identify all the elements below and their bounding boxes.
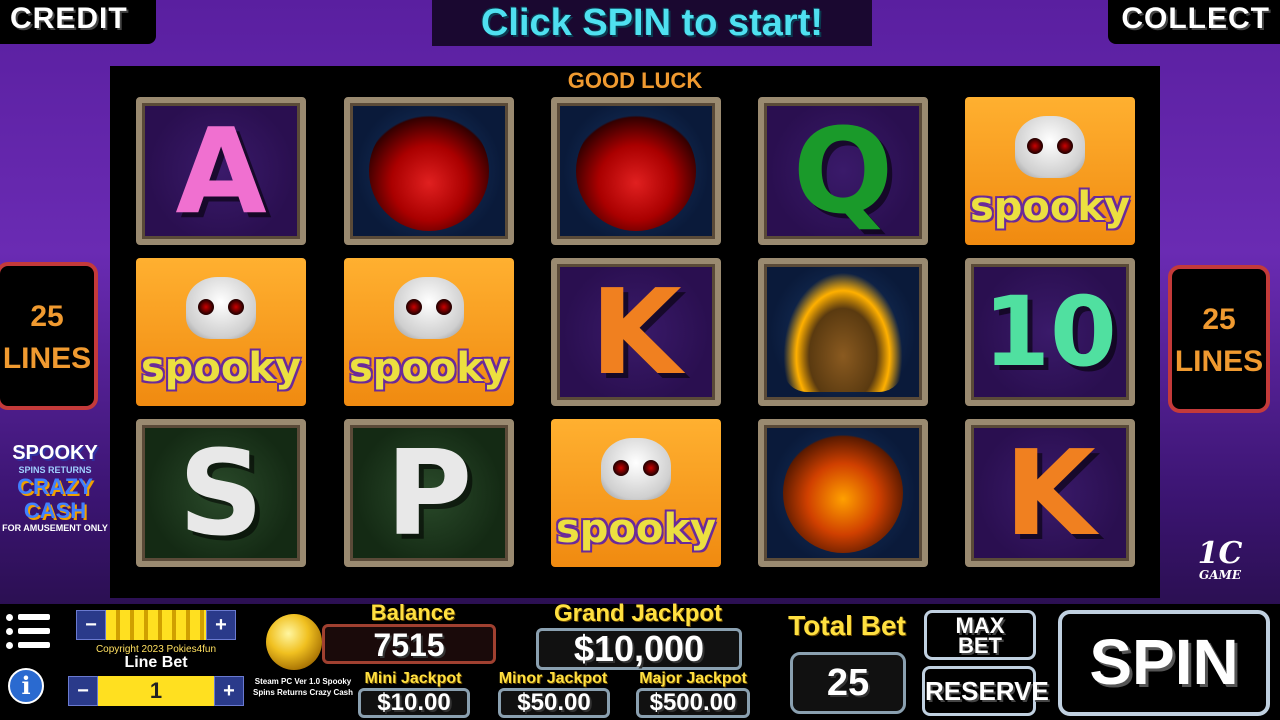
lines-indicator-left: 25 LINES [0, 262, 98, 410]
start-banner: Click SPIN to start! [432, 0, 872, 46]
grand-jackpot-value: $10,000 [536, 628, 742, 670]
potion-icon [576, 111, 696, 231]
line-bet-label: Line Bet [124, 654, 188, 671]
symbol-p: P [344, 419, 514, 567]
balance-label: Balance [370, 600, 456, 625]
major-jackpot-label: Major Jackpot [639, 670, 747, 687]
menu-icon[interactable] [6, 612, 50, 652]
reserve-button[interactable]: RESERVE [922, 666, 1049, 716]
plus-button[interactable]: + [206, 610, 236, 640]
spin-button[interactable]: SPIN [1058, 610, 1270, 716]
skull-icon [601, 438, 671, 500]
line-bet-value: 1 [98, 676, 214, 706]
major-jackpot-value: $500.00 [636, 688, 750, 718]
symbol-k: K [965, 419, 1135, 567]
symbol-pumpkin [758, 419, 928, 567]
symbol-s: S [136, 419, 306, 567]
symbol-potion [551, 97, 721, 245]
credit-button[interactable]: CREDIT [0, 0, 156, 44]
pumpkin-icon [783, 433, 903, 553]
symbol-k: K [551, 258, 721, 406]
balance-value: 7515 [322, 624, 496, 664]
symbol-spooky: spooky [344, 258, 514, 406]
line-bet-plus-button[interactable]: + [214, 676, 244, 706]
symbol-10: 10 [965, 258, 1135, 406]
mini-jackpot-value: $10.00 [358, 688, 470, 718]
line-bet-stepper[interactable]: − 1 + [68, 676, 244, 706]
skull-icon [394, 277, 464, 339]
skull-icon [186, 277, 256, 339]
grand-jackpot-label: Grand Jackpot [553, 600, 723, 627]
symbol-spooky: spooky [965, 97, 1135, 245]
lines-indicator-right: 25 LINES [1168, 265, 1270, 413]
symbol-potion [344, 97, 514, 245]
game-version-text: Steam PC Ver 1.0 Spooky Spins Returns Cr… [252, 677, 354, 697]
symbol-a: A [136, 97, 306, 245]
symbol-spooky: spooky [551, 419, 721, 567]
status-text: GOOD LUCK [567, 68, 703, 93]
collect-button[interactable]: COLLECT [1108, 0, 1280, 44]
minor-jackpot-value: $50.00 [498, 688, 610, 718]
skull-icon [1015, 116, 1085, 178]
minor-jackpot-label: Minor Jackpot [498, 670, 608, 687]
info-icon[interactable]: i [8, 668, 44, 704]
total-bet-value: 25 [790, 652, 906, 714]
game-logo: SPOOKY SPINS RETURNS CRAZY CASH FOR AMUS… [2, 442, 108, 533]
brand-logo: 1C GAME [1197, 536, 1243, 583]
total-bet-label: Total Bet [788, 610, 906, 641]
symbol-witch-hat [758, 258, 928, 406]
witch-hat-icon [783, 272, 903, 392]
max-bet-button[interactable]: MAX BET [924, 610, 1036, 660]
coins-icon [266, 614, 322, 670]
symbol-spooky: spooky [136, 258, 306, 406]
denomination-stepper[interactable]: − + [76, 610, 236, 640]
line-bet-minus-button[interactable]: − [68, 676, 98, 706]
mini-jackpot-label: Mini Jackpot [364, 670, 462, 687]
symbol-q: Q [758, 97, 928, 245]
minus-button[interactable]: − [76, 610, 106, 640]
denomination-bar [106, 610, 206, 640]
potion-icon [369, 111, 489, 231]
